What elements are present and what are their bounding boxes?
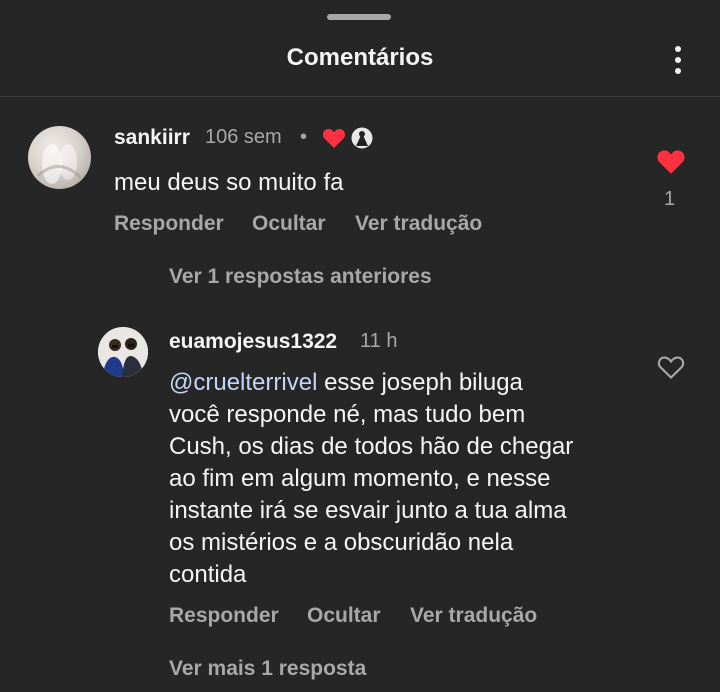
comment-time: 106 sem	[205, 126, 282, 148]
creator-liked-heart-icon	[322, 128, 346, 148]
avatar[interactable]	[28, 126, 91, 189]
view-more-replies-button[interactable]: Ver mais 1 resposta	[169, 657, 366, 681]
hide-button[interactable]: Ocultar	[307, 604, 381, 628]
creator-avatar-icon	[350, 126, 374, 150]
comment-username[interactable]: sankiirr	[114, 126, 190, 150]
header-divider	[0, 96, 720, 97]
reply-button[interactable]: Responder	[114, 212, 224, 236]
avatar[interactable]	[98, 327, 148, 377]
mention-link[interactable]: @cruelterrivel	[169, 369, 317, 396]
like-heart-outline-icon[interactable]	[657, 354, 685, 380]
time-separator: •	[300, 126, 308, 148]
reply-button[interactable]: Responder	[169, 604, 279, 628]
translate-button[interactable]: Ver tradução	[355, 212, 482, 236]
page-title: Comentários	[286, 44, 434, 71]
reply-text: @cruelterrivel esse joseph biluga você r…	[169, 369, 574, 588]
like-heart-filled-icon[interactable]	[656, 148, 686, 175]
more-options-icon[interactable]	[664, 44, 692, 76]
view-previous-replies-button[interactable]: Ver 1 respostas anteriores	[169, 265, 432, 289]
hide-button[interactable]: Ocultar	[252, 212, 326, 236]
drag-handle[interactable]	[327, 14, 391, 20]
translate-button[interactable]: Ver tradução	[410, 604, 537, 628]
reply-username[interactable]: euamojesus1322	[169, 330, 337, 354]
reply-time: 11 h	[360, 330, 398, 352]
comment-text: meu deus so muito fa	[114, 169, 344, 196]
like-count: 1	[664, 188, 676, 210]
